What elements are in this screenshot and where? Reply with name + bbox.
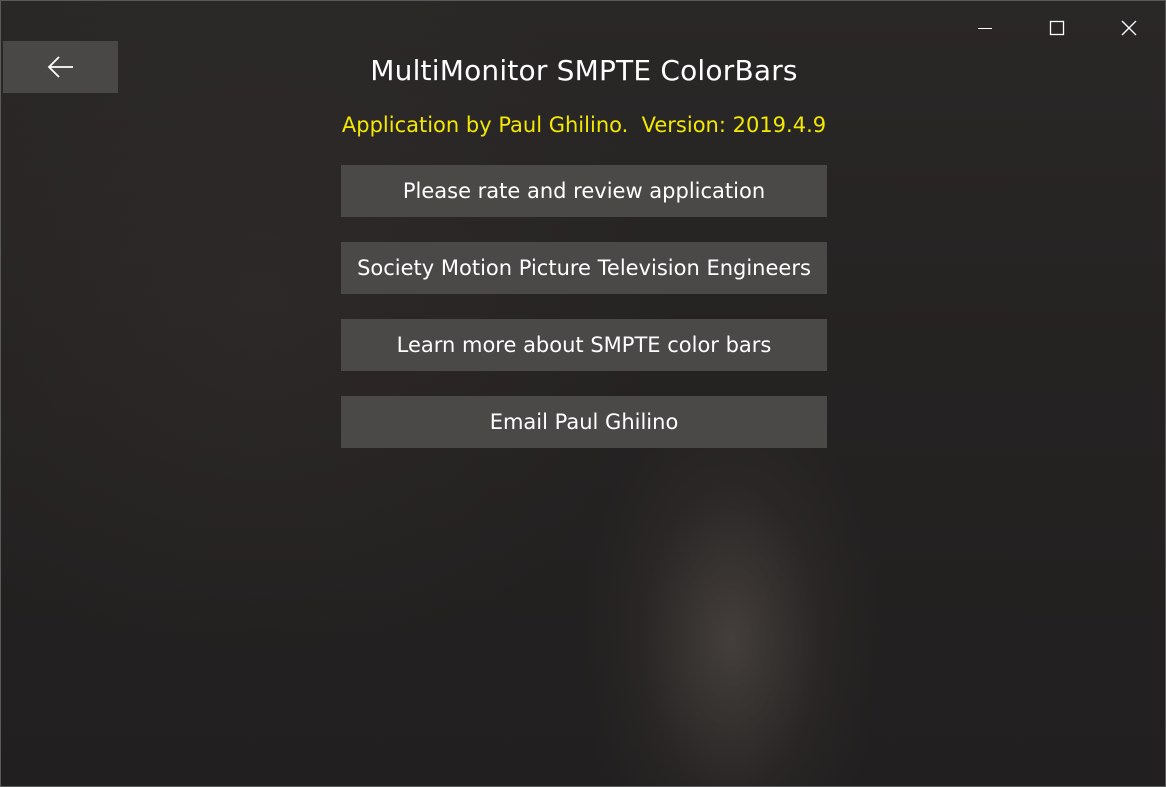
close-icon bbox=[1121, 20, 1137, 36]
maximize-button[interactable] bbox=[1021, 1, 1093, 55]
close-button[interactable] bbox=[1093, 1, 1165, 55]
smpte-link-button[interactable]: Society Motion Picture Television Engine… bbox=[341, 242, 827, 294]
rate-review-button[interactable]: Please rate and review application bbox=[341, 165, 827, 217]
window-controls bbox=[949, 1, 1165, 55]
minimize-icon bbox=[978, 28, 992, 29]
app-author-version: Application by Paul Ghilino. Version: 20… bbox=[341, 113, 827, 137]
learn-more-button[interactable]: Learn more about SMPTE color bars bbox=[341, 319, 827, 371]
minimize-button[interactable] bbox=[949, 1, 1021, 55]
page-title: MultiMonitor SMPTE ColorBars bbox=[370, 54, 798, 87]
email-author-button[interactable]: Email Paul Ghilino bbox=[341, 396, 827, 448]
maximize-icon bbox=[1049, 20, 1065, 36]
app-window: MultiMonitor SMPTE ColorBars Application… bbox=[0, 0, 1166, 787]
